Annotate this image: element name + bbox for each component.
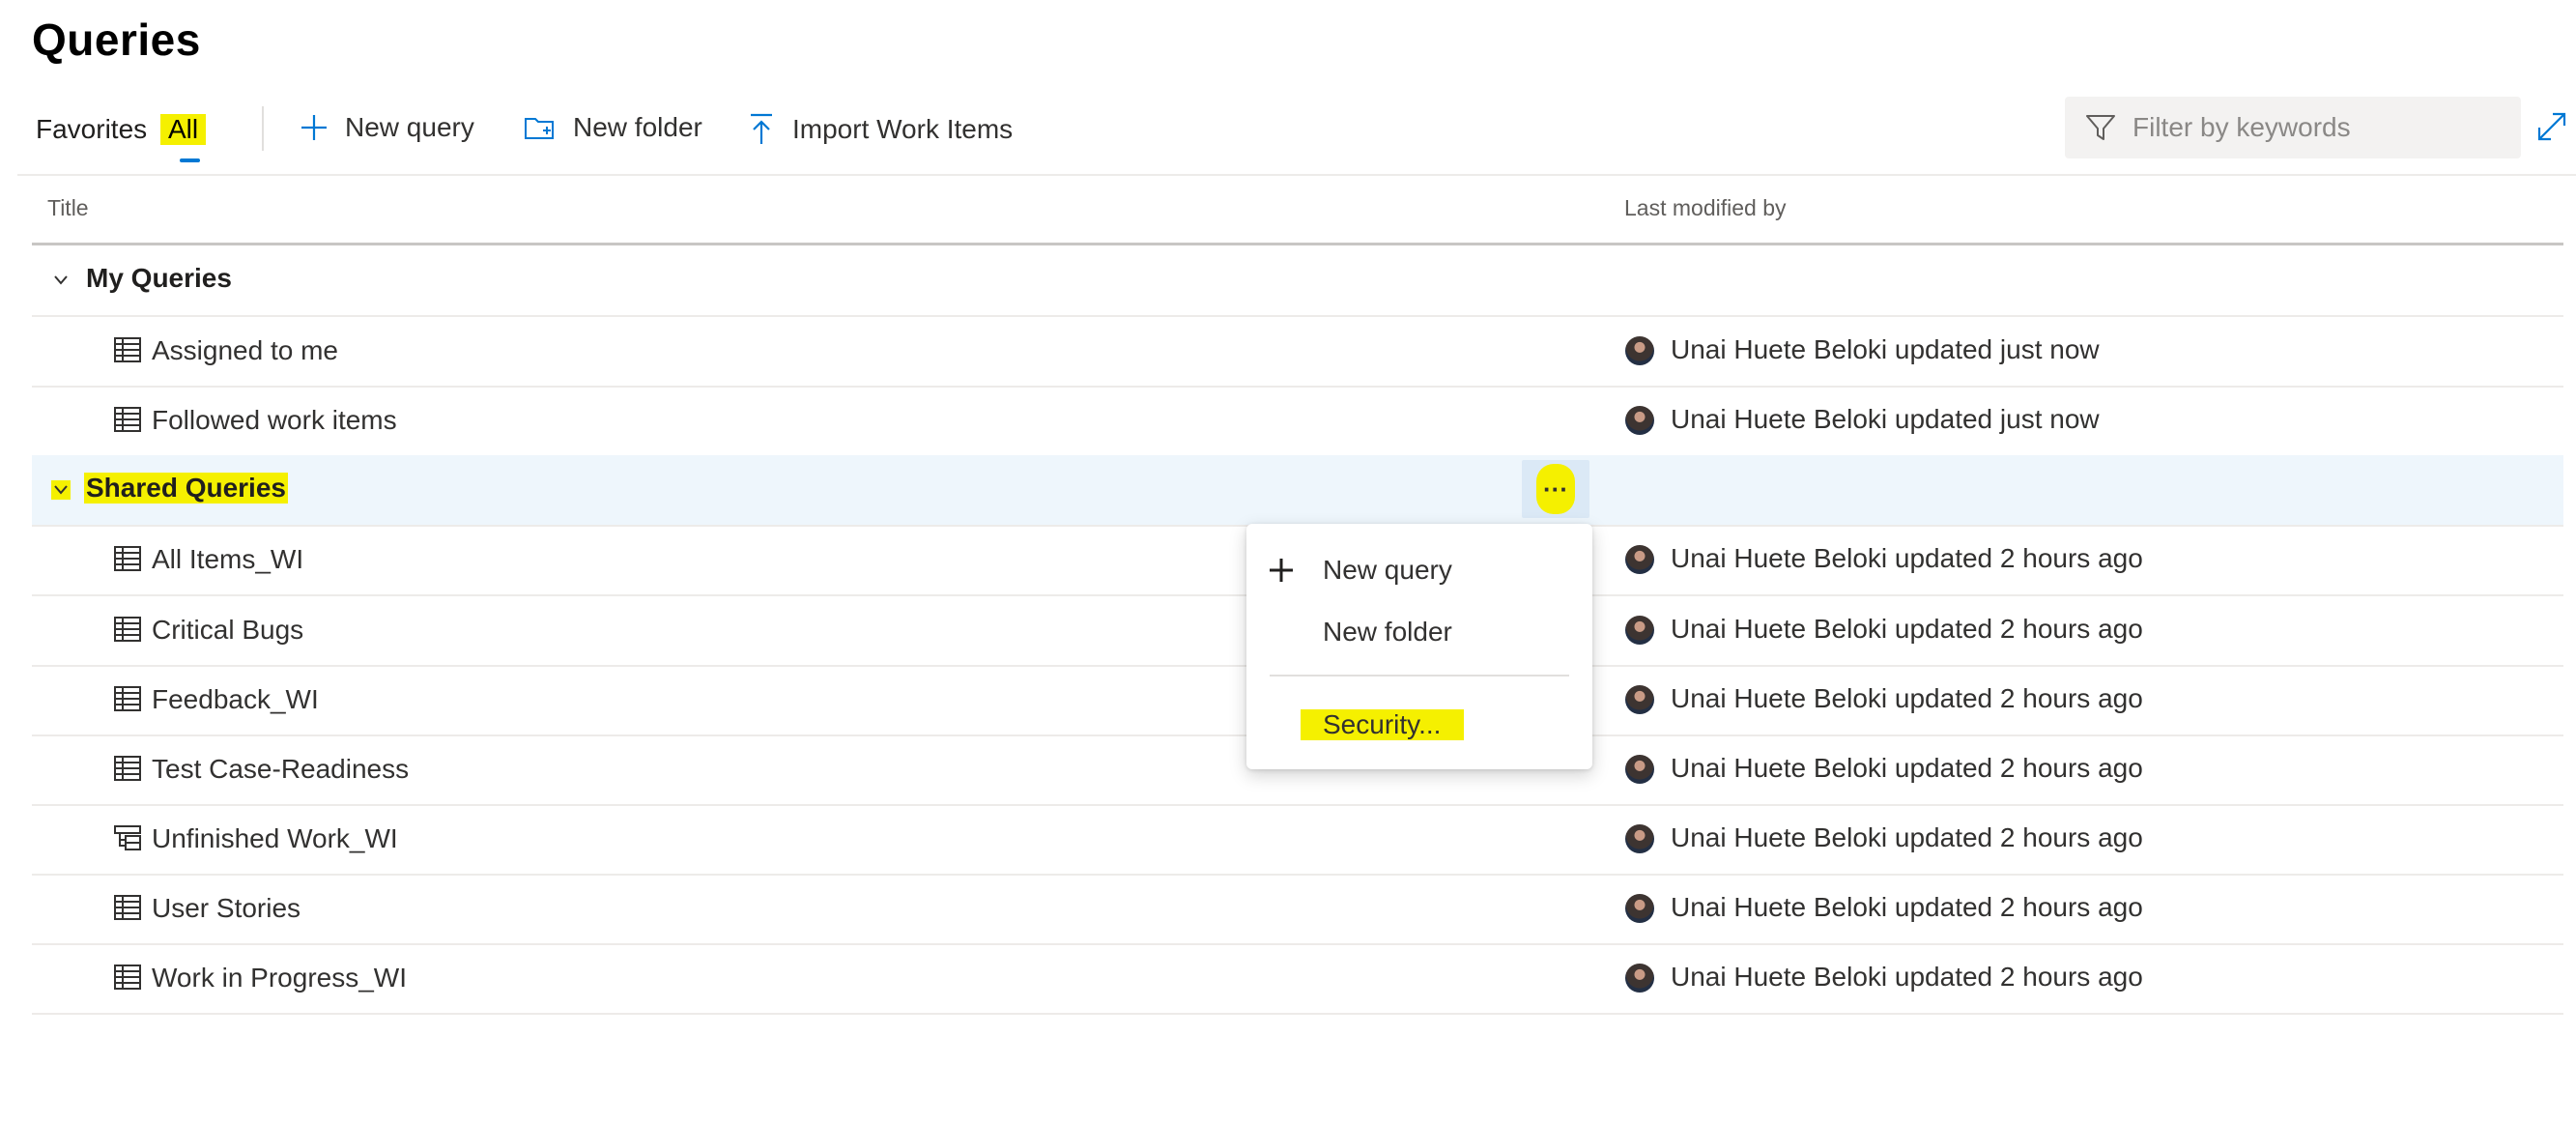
column-header-last-modified[interactable]: Last modified by [1624, 195, 1786, 221]
query-title[interactable]: Critical Bugs [152, 615, 303, 646]
expand-fullscreen-button[interactable] [2535, 110, 2568, 148]
query-title[interactable]: Test Case-Readiness [152, 754, 409, 785]
last-modified-text: Unai Huete Beloki updated 2 hours ago [1671, 753, 2143, 783]
flat-list-query-icon [114, 617, 141, 642]
chevron-down-icon[interactable] [51, 480, 71, 500]
query-row[interactable]: User Stories Unai Huete Beloki updated 2… [32, 874, 2563, 945]
filter-box[interactable] [2065, 97, 2521, 158]
folder-row-shared-queries[interactable]: Shared Queries [32, 455, 2563, 527]
filter-icon [2086, 115, 2115, 140]
flat-list-query-icon [114, 407, 141, 432]
last-modified-text: Unai Huete Beloki updated 2 hours ago [1671, 543, 2143, 573]
flat-list-query-icon [114, 546, 141, 571]
expand-icon [2537, 112, 2566, 141]
tab-favorites[interactable]: Favorites [36, 114, 147, 145]
new-query-label: New query [345, 112, 474, 142]
last-modified-text: Unai Huete Beloki updated 2 hours ago [1671, 614, 2143, 644]
flat-list-query-icon [114, 686, 141, 711]
context-menu: New query New folder Security... [1246, 524, 1592, 769]
query-title[interactable]: Work in Progress_WI [152, 963, 407, 993]
last-modified-text: Unai Huete Beloki updated 2 hours ago [1671, 683, 2143, 713]
folder-label: Shared Queries [84, 473, 288, 504]
avatar [1625, 406, 1654, 435]
new-folder-label: New folder [573, 112, 702, 142]
last-modified-text: Unai Huete Beloki updated 2 hours ago [1671, 892, 2143, 922]
last-modified-text: Unai Huete Beloki updated 2 hours ago [1671, 822, 2143, 852]
query-title[interactable]: Unfinished Work_WI [152, 823, 398, 854]
avatar [1625, 894, 1654, 923]
tab-all-label: All [168, 114, 199, 144]
avatar [1625, 545, 1654, 574]
query-row[interactable]: Followed work items Unai Huete Beloki up… [32, 386, 2563, 457]
avatar [1625, 824, 1654, 853]
upload-icon [751, 113, 772, 144]
folder-row-my-queries[interactable]: My Queries [32, 245, 2563, 317]
query-title[interactable]: All Items_WI [152, 544, 303, 575]
new-folder-button[interactable]: New folder [523, 112, 702, 143]
plus-icon [1270, 559, 1293, 582]
flat-list-query-icon [114, 895, 141, 920]
menu-item-label: Security... [1301, 709, 1465, 740]
new-query-button[interactable]: New query [299, 112, 474, 143]
avatar [1625, 685, 1654, 714]
last-modified-text: Unai Huete Beloki updated just now [1671, 334, 2100, 364]
menu-item-security[interactable]: Security... [1246, 696, 1592, 754]
toolbar-border [17, 174, 2576, 176]
query-title[interactable]: User Stories [152, 893, 301, 924]
new-folder-icon [525, 118, 554, 139]
query-title[interactable]: Feedback_WI [152, 684, 319, 715]
flat-list-query-icon [114, 337, 141, 362]
avatar [1625, 964, 1654, 993]
import-work-items-button[interactable]: Import Work Items [746, 112, 1013, 147]
toolbar-divider [262, 106, 264, 151]
folder-label: My Queries [86, 263, 232, 293]
query-row[interactable]: Unfinished Work_WI Unai Huete Beloki upd… [32, 804, 2563, 876]
query-title[interactable]: Followed work items [152, 405, 397, 436]
page-title: Queries [32, 14, 201, 65]
flat-list-query-icon [114, 965, 141, 990]
tab-all[interactable]: All [160, 114, 207, 162]
tree-query-icon [114, 825, 141, 850]
avatar [1625, 755, 1654, 784]
query-title[interactable]: Assigned to me [152, 335, 338, 366]
menu-divider [1270, 675, 1569, 677]
filter-input[interactable] [2131, 111, 2502, 144]
menu-item-label: New query [1323, 555, 1452, 585]
chevron-down-icon[interactable] [51, 271, 71, 290]
import-work-items-label: Import Work Items [792, 114, 1014, 144]
plus-icon [301, 115, 327, 140]
avatar [1625, 616, 1654, 645]
avatar [1625, 336, 1654, 365]
menu-item-new-folder[interactable]: New folder [1246, 603, 1592, 661]
last-modified-text: Unai Huete Beloki updated just now [1671, 404, 2100, 434]
query-row[interactable]: Assigned to me Unai Huete Beloki updated… [32, 316, 2563, 388]
query-row[interactable]: Work in Progress_WI Unai Huete Beloki up… [32, 943, 2563, 1015]
flat-list-query-icon [114, 756, 141, 781]
menu-item-label: New folder [1323, 617, 1452, 647]
last-modified-text: Unai Huete Beloki updated 2 hours ago [1671, 962, 2143, 992]
more-actions-button[interactable]: ··· [1522, 460, 1589, 518]
column-header-title[interactable]: Title [47, 195, 89, 221]
tab-selected-indicator [180, 158, 201, 162]
menu-item-new-query[interactable]: New query [1246, 541, 1592, 599]
more-actions-icon: ··· [1536, 464, 1575, 514]
